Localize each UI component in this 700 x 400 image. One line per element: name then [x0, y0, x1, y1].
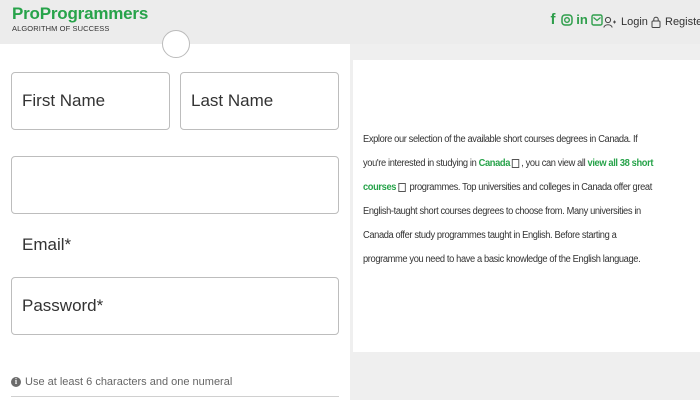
site-header: ProProgrammers ALGORITHM OF SUCCESS f in… — [0, 0, 700, 44]
external-link-icon — [397, 182, 406, 192]
lock-icon — [651, 16, 661, 28]
email-label: Email* — [22, 235, 72, 254]
instagram-icon[interactable] — [561, 12, 573, 28]
avatar-upload[interactable] — [162, 30, 190, 58]
info-text-2: , you can view all — [521, 158, 588, 169]
password-hint: i Use at least 6 characters and one nume… — [11, 376, 232, 388]
login-link[interactable]: Login — [603, 16, 648, 28]
logo-title: ProProgrammers — [12, 4, 149, 23]
first-name-placeholder: First Name — [22, 91, 106, 110]
email-field[interactable] — [11, 156, 339, 214]
canada-link[interactable]: Canada — [479, 158, 511, 169]
last-name-field[interactable]: Last Name — [180, 72, 339, 130]
divider — [11, 396, 339, 397]
register-link[interactable]: Register — [651, 16, 700, 28]
info-card: Explore our selection of the available s… — [353, 60, 700, 352]
info-text-3: programmes. Top universities and college… — [363, 182, 652, 265]
info-paragraph: Explore our selection of the available s… — [363, 128, 661, 272]
last-name-placeholder: Last Name — [191, 91, 274, 110]
login-label: Login — [621, 16, 648, 28]
password-field[interactable]: Password* — [11, 277, 339, 335]
email-icon[interactable] — [591, 12, 603, 28]
first-name-field[interactable]: First Name — [11, 72, 170, 130]
page: ProProgrammers ALGORITHM OF SUCCESS f in… — [0, 0, 700, 400]
info-icon: i — [11, 377, 21, 387]
external-link-icon — [511, 158, 520, 168]
social-links: f in — [547, 12, 603, 28]
logo[interactable]: ProProgrammers ALGORITHM OF SUCCESS — [12, 4, 148, 34]
register-label: Register — [665, 16, 700, 28]
password-placeholder: Password* — [22, 296, 104, 315]
password-hint-text: Use at least 6 characters and one numera… — [25, 376, 233, 388]
linkedin-icon[interactable]: in — [575, 12, 589, 28]
logo-tagline: ALGORITHM OF SUCCESS — [12, 24, 110, 33]
user-icon — [603, 16, 617, 28]
facebook-icon[interactable]: f — [547, 12, 559, 28]
